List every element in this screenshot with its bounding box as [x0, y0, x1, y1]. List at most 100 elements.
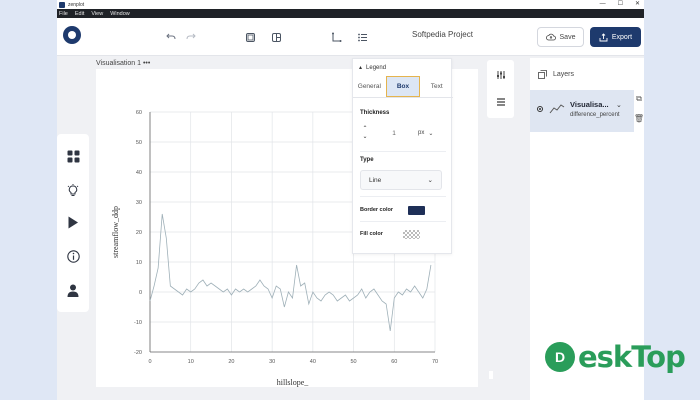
more-icon[interactable]: •••	[143, 60, 150, 67]
tab-box[interactable]: Box	[385, 76, 421, 97]
y-tick-label: -20	[134, 350, 142, 356]
layers-title: Layers	[553, 71, 575, 78]
layers-icon	[538, 70, 547, 79]
decrement-icon[interactable]: ⌄	[362, 133, 367, 141]
export-label: Export	[611, 33, 633, 41]
layer-item[interactable]: Visualisa... difference_percent ⌄	[530, 90, 644, 132]
x-tick-label: 60	[391, 359, 397, 365]
x-axis-label: hillslope_	[277, 378, 310, 387]
split-panel-icon	[271, 32, 281, 42]
thickness-unit: px	[418, 130, 425, 136]
app-title: zenplot	[68, 1, 85, 8]
tab-general[interactable]: General	[353, 76, 386, 97]
layer-actions: ⧉ 🗑	[634, 90, 644, 132]
type-select[interactable]: Line ⌄	[360, 170, 442, 190]
chevron-down-icon: ⌄	[428, 130, 434, 137]
list-button[interactable]	[352, 27, 372, 47]
x-tick-label: 10	[188, 359, 194, 365]
nav-play-button[interactable]	[64, 213, 82, 231]
legend-header[interactable]: ▴ Legend	[359, 64, 387, 72]
axes-icon	[331, 32, 341, 42]
maximize-button[interactable]: ☐	[618, 0, 623, 9]
undo-button[interactable]	[161, 27, 181, 47]
x-tick-label: 20	[228, 359, 234, 365]
single-panel-icon	[245, 32, 255, 42]
type-value: Line	[369, 176, 382, 184]
increment-icon[interactable]: ⌃	[362, 125, 367, 133]
x-tick-label: 70	[432, 359, 438, 365]
y-tick-label: 50	[136, 140, 142, 146]
y-tick-label: 40	[136, 170, 142, 176]
visualisation-title-text: Visualisation 1	[96, 60, 142, 67]
y-tick-label: 60	[136, 110, 142, 116]
trash-icon[interactable]: 🗑	[634, 114, 644, 123]
lightbulb-icon	[67, 183, 79, 196]
nav-insights-button[interactable]	[64, 181, 82, 199]
watermark-text: eskTop	[578, 340, 686, 374]
x-tick-label: 0	[148, 359, 151, 365]
right-toolbox	[487, 60, 514, 118]
align-button[interactable]	[492, 93, 509, 110]
single-view-button[interactable]	[240, 27, 260, 47]
x-tick-label: 50	[351, 359, 357, 365]
line-chart-icon	[549, 104, 565, 114]
tab-text[interactable]: Text	[420, 76, 453, 97]
left-sidebar	[57, 134, 89, 312]
menu-file[interactable]: File	[59, 11, 68, 17]
menu-view[interactable]: View	[91, 11, 103, 17]
visualisation-title[interactable]: Visualisation 1 •••	[96, 60, 150, 67]
layers-header: Layers	[538, 70, 574, 79]
chevron-down-icon[interactable]: ⌄	[616, 101, 622, 109]
y-tick-label: 10	[136, 260, 142, 266]
adjust-button[interactable]	[492, 66, 509, 83]
fill-color-swatch[interactable]	[403, 230, 420, 239]
grid-icon	[67, 150, 79, 162]
export-button[interactable]: Export	[590, 27, 641, 47]
user-icon	[67, 284, 79, 297]
menu-bar: File Edit View Window	[57, 9, 644, 18]
redo-icon	[186, 33, 196, 40]
fill-color-label: Fill color	[360, 231, 383, 237]
app-logo[interactable]	[63, 26, 81, 44]
y-tick-label: 0	[139, 290, 142, 296]
divider	[360, 196, 446, 197]
border-color-swatch[interactable]	[408, 206, 425, 215]
axes-button[interactable]	[326, 27, 346, 47]
menu-window[interactable]: Window	[110, 11, 130, 17]
toolbar: Softpedia Project Save Export	[57, 18, 644, 56]
cloud-upload-icon	[545, 33, 556, 41]
divider	[360, 151, 446, 152]
scroll-indicator[interactable]	[489, 371, 493, 379]
type-label: Type	[360, 157, 374, 163]
minimize-button[interactable]: —	[600, 0, 606, 9]
split-view-button[interactable]	[266, 27, 286, 47]
border-color-label: Border color	[360, 207, 394, 213]
save-label: Save	[559, 33, 576, 41]
save-button[interactable]: Save	[537, 27, 584, 47]
thickness-stepper[interactable]: ⌃ ⌄ 1 px ⌄	[360, 121, 442, 145]
layer-subtitle: difference_percent	[570, 112, 620, 118]
copy-icon[interactable]: ⧉	[636, 94, 642, 104]
stepper-arrows: ⌃ ⌄	[360, 125, 370, 141]
undo-icon	[166, 33, 176, 40]
close-button[interactable]: ✕	[635, 0, 640, 9]
thickness-value[interactable]: 1	[370, 130, 418, 137]
nav-user-button[interactable]	[64, 281, 82, 299]
watermark: D eskTop	[545, 340, 686, 374]
legend-tabs: General Box Text	[353, 76, 453, 98]
layer-visibility-radio[interactable]	[537, 106, 543, 112]
collapse-icon[interactable]: ▴	[359, 64, 362, 71]
export-icon	[599, 32, 608, 41]
nav-info-button[interactable]	[64, 247, 82, 265]
window-controls: — ☐ ✕	[600, 0, 640, 9]
legend-header-label: Legend	[366, 64, 387, 71]
nav-grid-button[interactable]	[64, 147, 82, 165]
y-tick-label: 30	[136, 200, 142, 206]
legend-panel: ▴ Legend General Box Text Thickness ⌃ ⌄ …	[352, 58, 453, 254]
lines-icon	[496, 97, 505, 106]
redo-button[interactable]	[181, 27, 201, 47]
list-icon	[357, 33, 367, 41]
thickness-unit-select[interactable]: px ⌄	[418, 130, 442, 137]
menu-edit[interactable]: Edit	[75, 11, 84, 17]
thickness-label: Thickness	[360, 110, 390, 116]
